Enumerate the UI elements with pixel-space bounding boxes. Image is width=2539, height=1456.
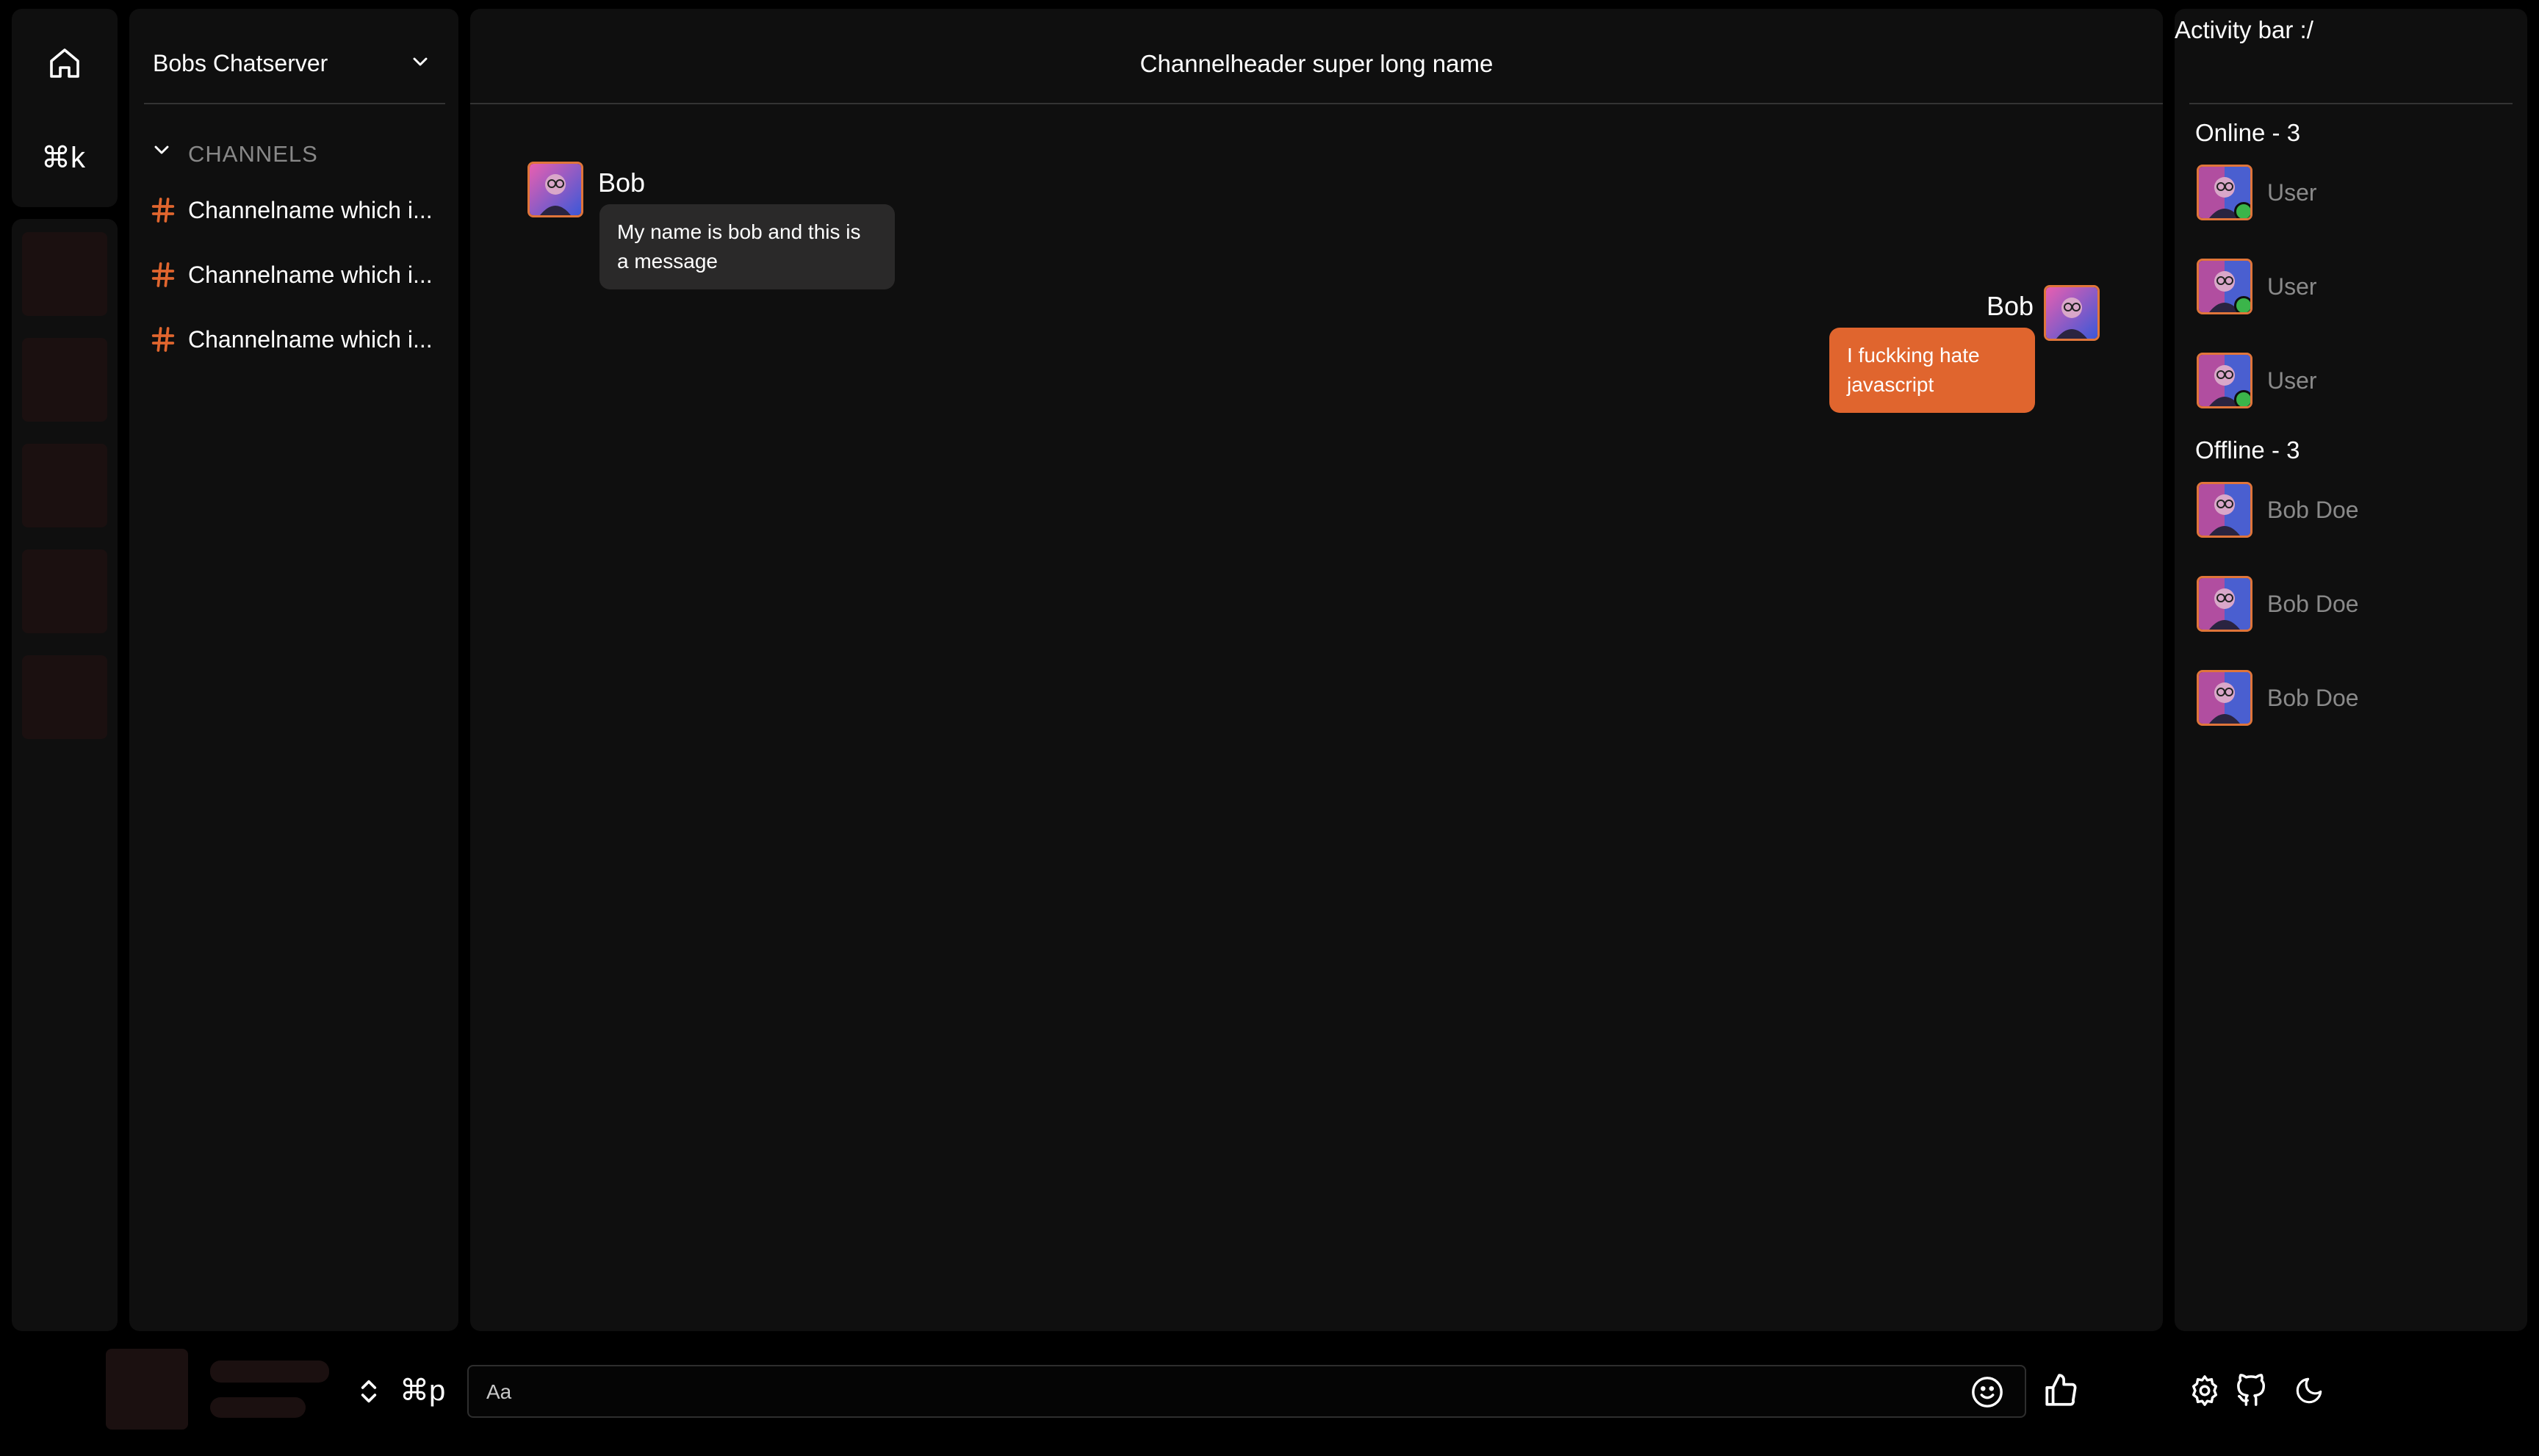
- avatar: [2197, 482, 2252, 538]
- github-button[interactable]: [2235, 1374, 2269, 1408]
- theme-toggle-button[interactable]: [2294, 1375, 2324, 1406]
- online-group-label: Online - 3: [2195, 119, 2301, 146]
- avatar: [2197, 353, 2252, 408]
- member-item[interactable]: User: [2197, 257, 2317, 316]
- member-name: User: [2267, 273, 2317, 300]
- member-item[interactable]: User: [2197, 163, 2317, 222]
- like-button[interactable]: [2042, 1372, 2079, 1409]
- offline-group-label: Offline - 3: [2195, 436, 2300, 464]
- member-item[interactable]: Bob Doe: [2197, 480, 2359, 539]
- chat-panel: Channelheader super long name Bob My nam…: [470, 9, 2163, 1331]
- message-bubble: I fuckking hate javascript: [1829, 328, 2035, 413]
- message-input[interactable]: [485, 1366, 1884, 1418]
- message-composer: [467, 1365, 2026, 1418]
- username-placeholder: [210, 1361, 329, 1383]
- server-icon-placeholder[interactable]: [22, 549, 107, 633]
- avatar: [2197, 670, 2252, 726]
- github-icon: [2237, 1374, 2266, 1406]
- avatar: [2197, 259, 2252, 314]
- server-icon-placeholder[interactable]: [22, 655, 107, 739]
- server-icon-placeholder[interactable]: [22, 338, 107, 422]
- channel-sidebar: Bobs Chatserver CHANNELS Channelname whi…: [129, 9, 458, 1331]
- hash-icon: [151, 327, 175, 352]
- avatar: [2197, 165, 2252, 220]
- activity-bar-title: Activity bar :/: [2175, 16, 2313, 43]
- quick-switcher-button[interactable]: ⌘k: [41, 141, 85, 175]
- chevron-down-icon: [154, 145, 169, 154]
- chevron-down-icon: [413, 57, 428, 66]
- message-sender: Bob: [598, 167, 646, 198]
- member-name: User: [2267, 367, 2317, 394]
- member-name: Bob Doe: [2267, 684, 2359, 711]
- server-rail-top: ⌘k: [12, 9, 118, 207]
- channel-item[interactable]: Channelname which i...: [148, 188, 457, 232]
- server-name: Bobs Chatserver: [153, 50, 328, 76]
- activity-bar: Activity bar :/ Online - 3 User User Use…: [2175, 9, 2527, 1331]
- channel-item[interactable]: Channelname which i...: [148, 253, 457, 297]
- channels-section-label: CHANNELS: [188, 141, 318, 167]
- home-icon: [50, 48, 79, 78]
- avatar: [2197, 576, 2252, 632]
- channel-name: Channelname which i...: [188, 261, 433, 288]
- user-status-placeholder: [210, 1397, 306, 1418]
- chat-header-divider: [470, 103, 2163, 104]
- server-menu-button[interactable]: [408, 50, 432, 73]
- avatar[interactable]: [527, 162, 583, 217]
- gear-icon: [2192, 1375, 2218, 1406]
- chevron-up-down-icon: [361, 1380, 377, 1403]
- online-status-dot: [2234, 296, 2250, 312]
- server-icon-placeholder[interactable]: [22, 232, 107, 316]
- user-avatar-placeholder[interactable]: [106, 1349, 188, 1430]
- settings-button[interactable]: [2188, 1374, 2222, 1408]
- channel-name: Channelname which i...: [188, 325, 433, 353]
- smile-icon: [1972, 1377, 2003, 1408]
- thumbs-up-icon: [2045, 1374, 2077, 1406]
- member-item[interactable]: Bob Doe: [2197, 574, 2359, 633]
- channel-item[interactable]: Channelname which i...: [148, 317, 457, 361]
- server-icon-placeholder[interactable]: [22, 444, 107, 527]
- online-status-dot: [2234, 390, 2250, 406]
- member-name: User: [2267, 179, 2317, 206]
- command-palette-button[interactable]: ⌘p: [400, 1374, 445, 1408]
- hash-icon: [151, 262, 175, 287]
- member-item[interactable]: User: [2197, 351, 2317, 410]
- member-name: Bob Doe: [2267, 590, 2359, 617]
- message-sender: Bob: [1987, 291, 2034, 321]
- emoji-button[interactable]: [1970, 1375, 2004, 1409]
- member-name: Bob Doe: [2267, 496, 2359, 523]
- moon-icon: [2296, 1377, 2322, 1404]
- online-status-dot: [2234, 202, 2250, 218]
- user-menu-toggle[interactable]: [354, 1375, 383, 1408]
- avatar[interactable]: [2044, 285, 2100, 341]
- channel-name: Channelname which i...: [188, 196, 433, 223]
- message-bubble: My name is bob and this is a message: [599, 204, 895, 289]
- home-button[interactable]: [43, 41, 87, 85]
- channel-header-title: Channelheader super long name: [1139, 50, 1494, 77]
- member-item[interactable]: Bob Doe: [2197, 668, 2359, 727]
- hash-icon: [151, 198, 175, 223]
- server-list: [12, 219, 118, 1331]
- channels-collapse-toggle[interactable]: [150, 138, 173, 162]
- activity-divider: [2189, 103, 2513, 104]
- sidebar-divider: [144, 103, 445, 104]
